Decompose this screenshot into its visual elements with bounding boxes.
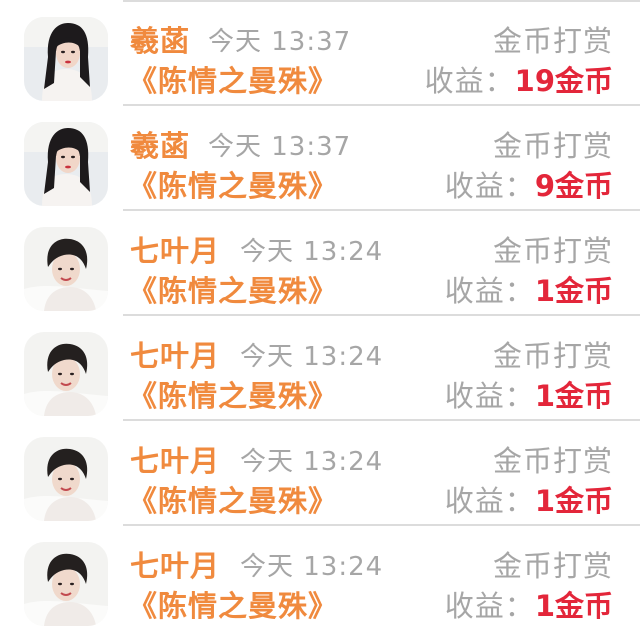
sender-name: 七叶月 — [130, 444, 221, 478]
earnings-amount: 9金币 — [534, 169, 613, 203]
earnings: 收益：1金币 — [445, 273, 613, 309]
timestamp: 今天 13:37 — [208, 132, 352, 162]
earnings-label: 收益： — [424, 64, 515, 98]
earnings-label: 收益： — [444, 274, 535, 308]
timestamp: 今天 13:24 — [240, 237, 384, 267]
reward-type: 金币打赏 — [492, 444, 613, 478]
earnings: 收益：9金币 — [445, 168, 613, 204]
avatar[interactable] — [24, 332, 108, 416]
earnings-amount: 1金币 — [534, 379, 613, 413]
avatar[interactable] — [24, 122, 108, 206]
timestamp: 今天 13:24 — [240, 552, 384, 582]
earnings: 收益：1金币 — [445, 378, 613, 414]
avatar[interactable] — [24, 17, 108, 101]
novel-title[interactable]: 《陈情之曼殊》 — [128, 588, 338, 624]
reward-type: 金币打赏 — [492, 129, 613, 163]
earnings: 收益：1金币 — [445, 588, 613, 624]
novel-title[interactable]: 《陈情之曼殊》 — [128, 63, 338, 99]
list-item[interactable]: 羲菡 今天 13:37 金币打赏 《陈情之曼殊》 收益：9金币 — [0, 106, 640, 211]
earnings-amount: 19金币 — [514, 64, 613, 98]
sender-name: 羲菡 — [130, 24, 191, 58]
avatar[interactable] — [24, 542, 108, 626]
list-item[interactable]: 七叶月 今天 13:24 金币打赏 《陈情之曼殊》 收益：1金币 — [0, 526, 640, 631]
avatar[interactable] — [24, 437, 108, 521]
earnings: 收益：1金币 — [445, 483, 613, 519]
novel-title[interactable]: 《陈情之曼殊》 — [128, 273, 338, 309]
timestamp: 今天 13:24 — [240, 447, 384, 477]
reward-type: 金币打赏 — [492, 24, 613, 58]
earnings-amount: 1金币 — [534, 484, 613, 518]
earnings-amount: 1金币 — [534, 589, 613, 623]
novel-title[interactable]: 《陈情之曼殊》 — [128, 378, 338, 414]
earnings-label: 收益： — [444, 484, 535, 518]
timestamp: 今天 13:37 — [208, 27, 352, 57]
list-item[interactable]: 七叶月 今天 13:24 金币打赏 《陈情之曼殊》 收益：1金币 — [0, 421, 640, 526]
novel-title[interactable]: 《陈情之曼殊》 — [128, 168, 338, 204]
earnings-label: 收益： — [444, 589, 535, 623]
sender-name: 羲菡 — [130, 129, 191, 163]
earnings: 收益：19金币 — [425, 63, 613, 99]
sender-name: 七叶月 — [130, 234, 221, 268]
novel-title[interactable]: 《陈情之曼殊》 — [128, 483, 338, 519]
reward-type: 金币打赏 — [492, 234, 613, 268]
reward-type: 金币打赏 — [492, 339, 613, 373]
list-item[interactable]: 七叶月 今天 13:24 金币打赏 《陈情之曼殊》 收益：1金币 — [0, 316, 640, 421]
reward-type: 金币打赏 — [492, 549, 613, 583]
reward-record-list: 羲菡 今天 13:37 金币打赏 《陈情之曼殊》 收益：19金币 羲菡 今天 1… — [0, 0, 640, 631]
list-item[interactable]: 羲菡 今天 13:37 金币打赏 《陈情之曼殊》 收益：19金币 — [0, 1, 640, 106]
list-item[interactable]: 七叶月 今天 13:24 金币打赏 《陈情之曼殊》 收益：1金币 — [0, 211, 640, 316]
timestamp: 今天 13:24 — [240, 342, 384, 372]
earnings-amount: 1金币 — [534, 274, 613, 308]
earnings-label: 收益： — [444, 169, 535, 203]
sender-name: 七叶月 — [130, 339, 221, 373]
earnings-label: 收益： — [444, 379, 535, 413]
sender-name: 七叶月 — [130, 549, 221, 583]
avatar[interactable] — [24, 227, 108, 311]
